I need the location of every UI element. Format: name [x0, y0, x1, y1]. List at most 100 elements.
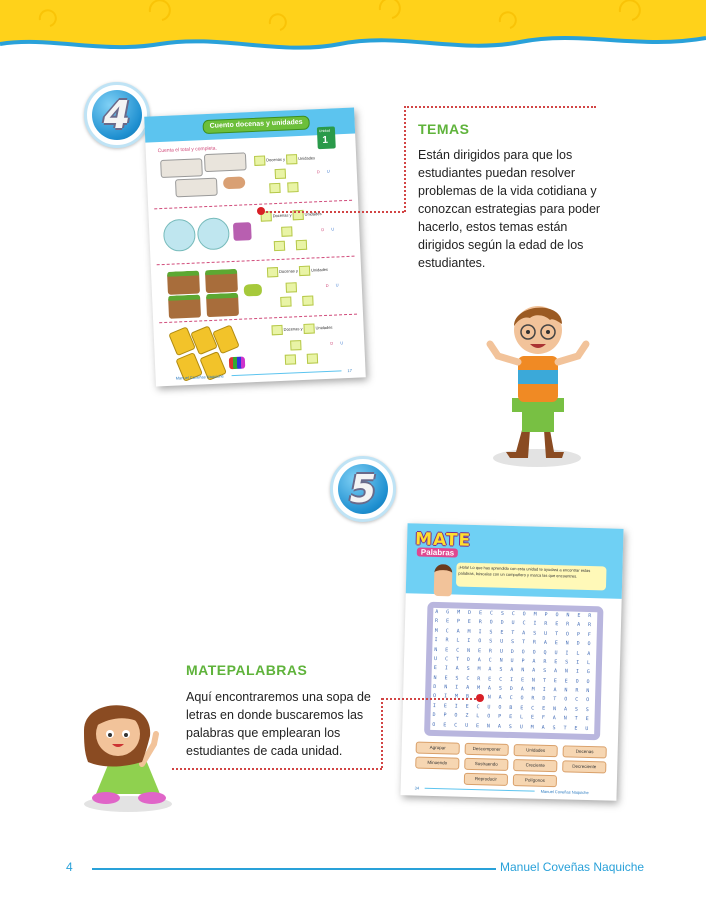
- instruction-bubble: ¡Hola! Lo que has aprendido con esta uni…: [455, 562, 607, 591]
- grid-letter: O: [586, 678, 590, 685]
- grid-letter: D: [509, 686, 513, 693]
- grid-letter: C: [445, 628, 449, 635]
- grid-letter: N: [487, 694, 491, 701]
- grid-letter: R: [532, 639, 536, 646]
- grid-letter: N: [486, 722, 491, 730]
- grid-letter: N: [467, 647, 471, 654]
- grid-letter: I: [576, 659, 580, 666]
- column-u: U: [331, 226, 335, 232]
- grid-letter: I: [454, 703, 458, 710]
- grid-letter: O: [478, 638, 482, 645]
- grid-letter: U: [510, 657, 514, 664]
- grid-letter: P: [521, 658, 525, 665]
- grid-letter: E: [520, 705, 524, 712]
- candy-jar-image: [162, 218, 197, 252]
- grid-letter: E: [554, 640, 558, 647]
- answer-box: [281, 226, 293, 237]
- grid-letter: C: [456, 647, 460, 654]
- grid-letter: Z: [465, 713, 469, 720]
- grid-letter: T: [511, 629, 515, 636]
- grid-letter: O: [498, 704, 502, 711]
- callout-line: [404, 106, 596, 108]
- grid-letter: E: [445, 646, 449, 653]
- grid-letter: Q: [543, 649, 547, 656]
- grid-letter: C: [522, 620, 526, 627]
- grid-letter: A: [510, 667, 514, 674]
- grid-letter: A: [456, 628, 460, 635]
- temas-description: Están dirigidos para que los estudiantes…: [418, 148, 601, 270]
- grid-letter: T: [563, 724, 567, 732]
- grid-letter: I: [565, 649, 569, 657]
- grid-letter: C: [531, 705, 535, 712]
- answer-box: [269, 182, 281, 194]
- grid-letter: A: [563, 706, 568, 713]
- grid-letter: E: [500, 629, 504, 636]
- grid-letter: D: [500, 620, 504, 627]
- boy-character-illustration: [486, 306, 590, 467]
- grid-letter: E: [475, 722, 480, 729]
- temas-worksheet-preview: Cuento docenas y unidades Unidad 1 Cuent…: [144, 107, 366, 387]
- girl-mini-illustration: [433, 563, 453, 597]
- grid-letter: C: [466, 675, 470, 682]
- egg-carton-image: [160, 158, 203, 179]
- grid-letter: C: [499, 676, 503, 683]
- unit-tab-number: 1: [322, 134, 329, 146]
- grid-letter: D: [576, 640, 580, 647]
- grid-letter: I: [434, 637, 438, 644]
- column-u: U: [326, 168, 330, 174]
- grid-letter: L: [519, 714, 524, 721]
- grid-letter: P: [498, 713, 502, 720]
- grid-letter: I: [478, 628, 482, 635]
- grid-letter: S: [489, 638, 493, 645]
- grid-letter: F: [587, 631, 591, 638]
- grid-letter: I: [575, 668, 579, 676]
- grid-letter: U: [487, 704, 491, 711]
- grid-letter: C: [454, 722, 458, 729]
- callout-dot: [476, 694, 484, 702]
- word-chip: Polígonos: [512, 774, 558, 788]
- section-4-badge: 4: [84, 82, 150, 148]
- unit-tab: Unidad 1: [316, 126, 336, 150]
- grid-letter: A: [488, 666, 492, 673]
- grid-letter: G: [586, 669, 590, 676]
- grid-letter: E: [585, 716, 589, 723]
- grid-letter: T: [553, 696, 557, 703]
- grid-letter: A: [552, 715, 556, 722]
- row-divider: [156, 255, 355, 266]
- grid-letter: E: [488, 676, 492, 683]
- grid-letter: A: [553, 687, 557, 694]
- footer-rule: [92, 868, 496, 870]
- grid-letter: O: [565, 631, 570, 638]
- grid-letter: O: [587, 641, 591, 648]
- answer-box: [306, 353, 319, 364]
- grid-letter: D: [433, 684, 437, 691]
- word-chip: Minuendo: [415, 756, 460, 770]
- grid-letter: S: [455, 675, 459, 682]
- grid-letter: U: [544, 630, 548, 637]
- word-chip: Unidades: [513, 744, 558, 758]
- grid-letter: R: [531, 695, 535, 703]
- grid-letter: N: [531, 677, 536, 684]
- pears-image: [243, 283, 263, 297]
- grid-letter: R: [488, 647, 493, 655]
- grid-letter: B: [509, 704, 513, 711]
- grid-letter: O: [575, 678, 579, 685]
- grid-letter: R: [478, 619, 482, 626]
- grid-letter: L: [476, 713, 480, 720]
- grid-letter: N: [552, 705, 557, 713]
- grid-letter: N: [563, 715, 567, 722]
- grid-letter: R: [587, 622, 592, 629]
- produce-box-image: [204, 268, 238, 294]
- grid-letter: N: [564, 687, 568, 694]
- grid-letter: R: [543, 658, 547, 665]
- grid-letter: M: [457, 609, 461, 616]
- grid-letter: E: [477, 647, 482, 654]
- produce-box-image: [168, 294, 202, 319]
- grid-letter: P: [443, 712, 447, 719]
- grid-letter: N: [566, 612, 570, 619]
- grid-letter: I: [455, 684, 459, 691]
- unidades-label: Unidades: [315, 324, 333, 331]
- word-chip: Agrupar: [415, 741, 460, 755]
- answer-box: [303, 323, 315, 334]
- grid-letter: M: [530, 724, 534, 731]
